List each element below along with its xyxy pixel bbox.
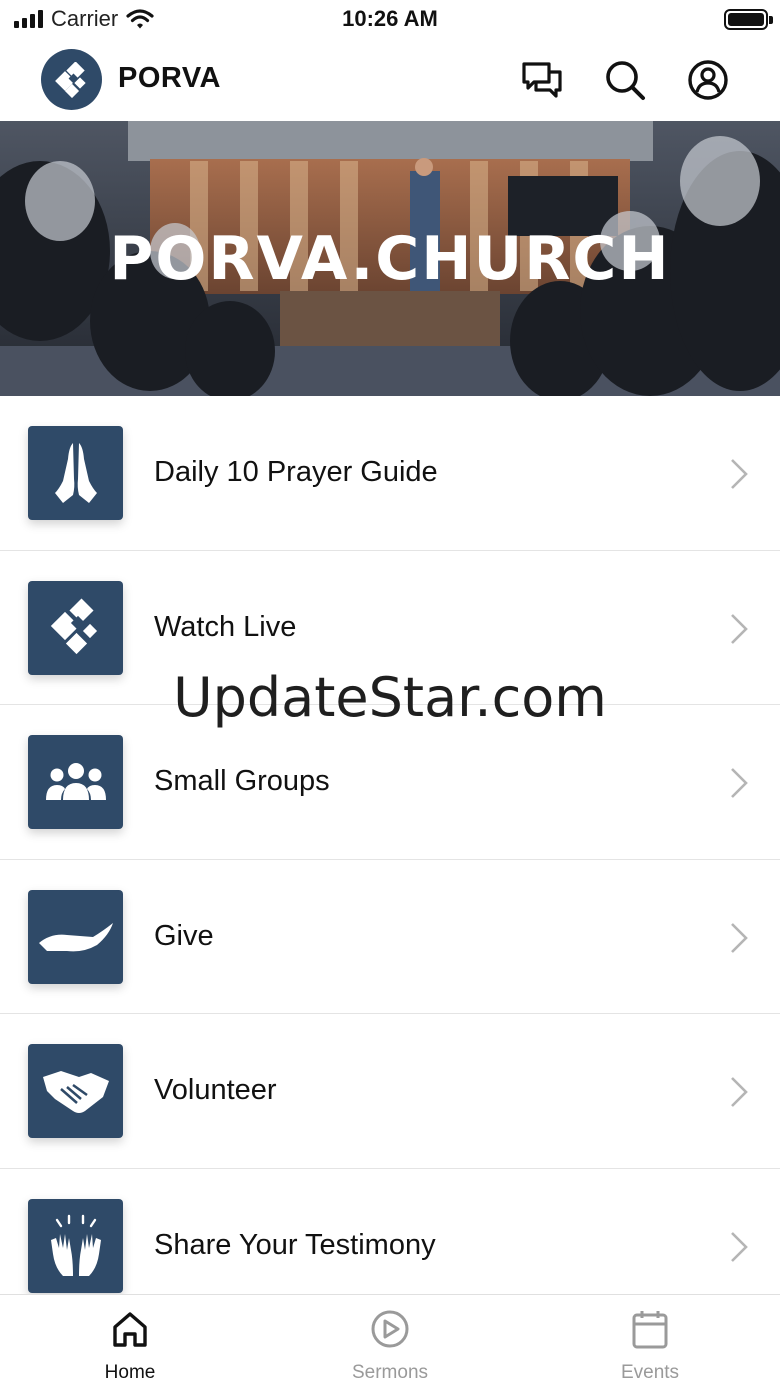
open-hand-icon bbox=[28, 889, 123, 984]
chevron-right-icon bbox=[731, 922, 748, 953]
menu-item-give[interactable]: Give bbox=[0, 860, 780, 1014]
handshake-icon bbox=[28, 1044, 123, 1138]
tab-bar: Home Sermons Events bbox=[0, 1294, 780, 1387]
search-icon bbox=[606, 61, 645, 100]
hero-banner[interactable]: PORVA.CHURCH bbox=[0, 121, 780, 396]
profile-icon bbox=[688, 60, 728, 100]
chat-icon bbox=[522, 62, 562, 98]
menu-item-label: Give bbox=[154, 919, 214, 952]
chevron-right-icon bbox=[731, 1077, 748, 1107]
play-icon bbox=[371, 1310, 409, 1348]
tab-events[interactable]: Events bbox=[520, 1295, 780, 1387]
app-header: PORVA bbox=[0, 40, 780, 120]
chevron-right-icon bbox=[731, 613, 748, 644]
hero-title: PORVA.CHURCH bbox=[109, 224, 671, 294]
menu-list: Daily 10 Prayer Guide Watch Live Small G… bbox=[0, 396, 780, 1323]
chevron-right-icon bbox=[731, 1231, 748, 1262]
tab-label: Home bbox=[104, 1362, 156, 1383]
porva-logo-icon bbox=[28, 580, 123, 675]
home-icon bbox=[113, 1312, 147, 1347]
menu-item-volunteer[interactable]: Volunteer bbox=[0, 1014, 780, 1169]
menu-item-label: Daily 10 Prayer Guide bbox=[154, 456, 438, 488]
menu-item-label: Watch Live bbox=[154, 610, 297, 643]
search-button[interactable] bbox=[603, 58, 647, 102]
watermark: UpdateStar.com bbox=[173, 666, 607, 729]
tab-label: Sermons bbox=[351, 1362, 429, 1383]
app-title: PORVA bbox=[118, 62, 221, 94]
group-icon bbox=[28, 735, 123, 829]
tab-sermons[interactable]: Sermons bbox=[260, 1295, 520, 1387]
chat-button[interactable] bbox=[520, 58, 564, 102]
raised-hands-icon bbox=[28, 1198, 123, 1293]
profile-button[interactable] bbox=[686, 58, 730, 102]
tab-label: Events bbox=[620, 1362, 680, 1383]
battery-icon bbox=[724, 9, 773, 30]
porva-logo-icon bbox=[54, 61, 86, 98]
status-bar: Carrier 10:26 AM bbox=[0, 0, 780, 40]
status-time: 10:26 AM bbox=[342, 6, 438, 31]
calendar-icon bbox=[632, 1311, 668, 1349]
praying-hands-icon bbox=[28, 426, 123, 520]
chevron-right-icon bbox=[731, 459, 748, 489]
chevron-right-icon bbox=[731, 768, 748, 798]
menu-item-label: Share Your Testimony bbox=[154, 1228, 436, 1261]
porva-logo[interactable] bbox=[41, 49, 102, 110]
menu-item-label: Volunteer bbox=[154, 1074, 277, 1106]
menu-item-label: Small Groups bbox=[154, 765, 330, 797]
menu-item-prayer-guide[interactable]: Daily 10 Prayer Guide bbox=[0, 396, 780, 551]
tab-home[interactable]: Home bbox=[0, 1295, 260, 1387]
